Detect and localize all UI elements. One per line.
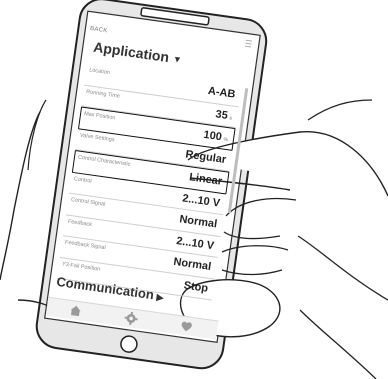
home-icon[interactable] [68, 303, 84, 319]
right-knuckle-crease [307, 99, 373, 121]
settings-list: Location A-AB Running Time 35s Max Posit… [56, 63, 242, 301]
settings-icon[interactable] [123, 311, 139, 327]
setting-value: 2...10 V [181, 192, 221, 210]
section-title-label: Application [92, 38, 171, 66]
setting-value: Regular [184, 148, 227, 166]
setting-label: Control Characteristic [77, 154, 131, 168]
back-button[interactable]: BACK [90, 26, 108, 34]
menu-icon[interactable] [245, 39, 252, 48]
setting-value: A-AB [207, 85, 237, 101]
setting-value: Stop [182, 279, 209, 295]
setting-label: Feedback [67, 218, 93, 228]
favorites-icon[interactable] [179, 318, 195, 334]
setting-value: 100% [202, 128, 229, 144]
setting-unit: s [229, 114, 233, 122]
setting-value: Normal [178, 213, 218, 231]
setting-label: Control [73, 175, 92, 185]
setting-label: Feedback Signal [64, 239, 107, 252]
setting-label: Control Signal [70, 196, 106, 208]
chevron-right-icon: ▶ [155, 291, 165, 303]
setting-value: Linear [188, 171, 223, 188]
setting-label: Max Position [83, 110, 116, 122]
setting-value: Normal [172, 255, 212, 274]
chevron-down-icon: ▼ [172, 53, 183, 65]
setting-value: 35s [214, 107, 233, 122]
setting-label: Running Time [85, 88, 121, 100]
setting-label: Valve Settings [79, 132, 115, 143]
right-wrist [297, 235, 388, 379]
setting-value: 2...10 V [175, 234, 215, 252]
setting-label: Location [88, 67, 111, 77]
section-title-application[interactable]: Application ▼ [92, 39, 183, 67]
setting-label: Y3-Fail Position [61, 260, 101, 273]
setting-unit: % [223, 136, 229, 144]
